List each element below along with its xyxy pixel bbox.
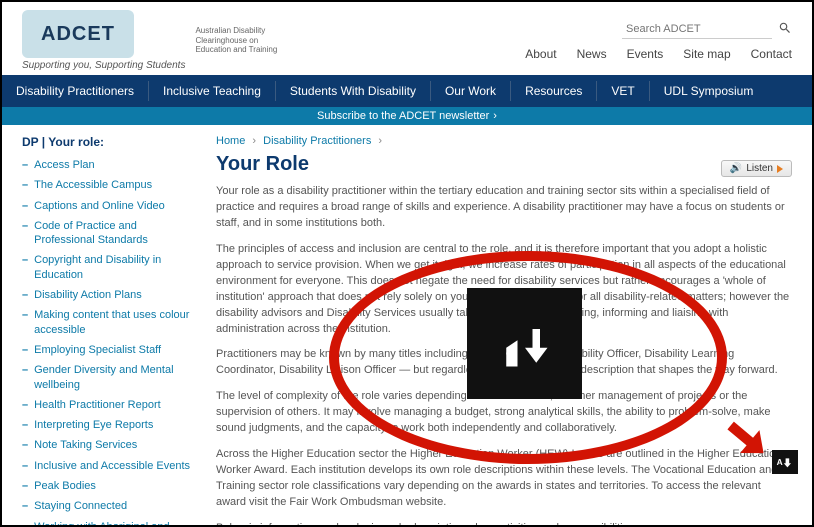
sidebar-title: DP | Your role: <box>22 135 192 149</box>
sidebar-item[interactable]: –Copyright and Disability in Education <box>22 250 192 285</box>
nav-contact[interactable]: Contact <box>751 47 792 61</box>
search-input[interactable] <box>622 20 772 39</box>
svg-text:A: A <box>777 457 783 467</box>
breadcrumb: Home › Disability Practitioners › <box>216 135 792 147</box>
sidebar-link[interactable]: Interpreting Eye Reports <box>34 418 153 432</box>
sidebar-link[interactable]: Code of Practice and Professional Standa… <box>34 219 192 248</box>
nav-sitemap[interactable]: Site map <box>683 47 730 61</box>
sidebar-link[interactable]: Copyright and Disability in Education <box>34 253 192 282</box>
dash-icon: – <box>22 199 28 213</box>
accessibility-button[interactable]: A <box>772 450 798 474</box>
sidebar-item[interactable]: –Staying Connected <box>22 496 192 516</box>
dash-icon: – <box>22 459 28 473</box>
logo-mark: ADCET <box>22 10 134 58</box>
search-box <box>622 20 792 39</box>
play-icon <box>777 165 783 173</box>
para-1: Your role as a disability practitioner w… <box>216 184 792 232</box>
page-title: Your Role <box>216 153 309 176</box>
dash-icon: – <box>22 178 28 192</box>
sidebar-link[interactable]: Disability Action Plans <box>34 288 142 302</box>
dash-icon: – <box>22 158 28 172</box>
nav-about[interactable]: About <box>525 47 556 61</box>
dash-icon: – <box>22 438 28 452</box>
sidebar-link[interactable]: Inclusive and Accessible Events <box>34 459 190 473</box>
sidebar-item[interactable]: –Employing Specialist Staff <box>22 340 192 360</box>
mnav-resources[interactable]: Resources <box>511 81 597 101</box>
dash-icon: – <box>22 288 28 302</box>
sidebar-item[interactable]: –Peak Bodies <box>22 476 192 496</box>
listen-button[interactable]: 🔊 Listen <box>721 160 792 177</box>
logo-subtext: Australian Disability Clearinghouse on E… <box>195 26 277 55</box>
sidebar-link[interactable]: Employing Specialist Staff <box>34 343 161 357</box>
sidebar-link[interactable]: Gender Diversity and Mental wellbeing <box>34 363 192 392</box>
sidebar-link[interactable]: Note Taking Services <box>34 438 137 452</box>
dash-icon: – <box>22 253 28 267</box>
para-5: Across the Higher Education sector the H… <box>216 447 792 511</box>
dash-icon: – <box>22 499 28 513</box>
sidebar-link[interactable]: Access Plan <box>34 158 95 172</box>
dash-icon: – <box>22 398 28 412</box>
mnav-udl[interactable]: UDL Symposium <box>650 81 768 101</box>
mnav-work[interactable]: Our Work <box>431 81 511 101</box>
nav-events[interactable]: Events <box>627 47 664 61</box>
dash-icon: – <box>22 363 28 377</box>
main-nav: Disability Practitioners Inclusive Teach… <box>2 75 812 107</box>
mnav-inclusive[interactable]: Inclusive Teaching <box>149 81 276 101</box>
sidebar-list: –Access Plan–The Accessible Campus–Capti… <box>22 155 192 527</box>
sidebar-item[interactable]: –The Accessible Campus <box>22 175 192 195</box>
sidebar-link[interactable]: Staying Connected <box>34 499 127 513</box>
top-nav: About News Events Site map Contact <box>525 47 792 61</box>
sidebar-item[interactable]: –Access Plan <box>22 155 192 175</box>
dash-icon: – <box>22 479 28 493</box>
chevron-right-icon: › <box>378 135 382 147</box>
search-icon[interactable] <box>778 21 792 38</box>
sidebar-link[interactable]: Working with Aboriginal and Torres Strai… <box>34 520 192 527</box>
breadcrumb-home[interactable]: Home <box>216 135 245 147</box>
sidebar-link[interactable]: Health Practitioner Report <box>34 398 161 412</box>
dash-icon: – <box>22 520 28 527</box>
dash-icon: – <box>22 308 28 322</box>
sidebar-item[interactable]: –Making content that uses colour accessi… <box>22 305 192 340</box>
sidebar-item[interactable]: –Captions and Online Video <box>22 196 192 216</box>
chevron-right-icon: › <box>493 110 497 122</box>
sidebar-item[interactable]: –Inclusive and Accessible Events <box>22 456 192 476</box>
sidebar: DP | Your role: –Access Plan–The Accessi… <box>22 135 192 527</box>
annotation-widget <box>467 288 582 399</box>
breadcrumb-section[interactable]: Disability Practitioners <box>263 135 371 147</box>
mnav-dp[interactable]: Disability Practitioners <box>2 81 149 101</box>
sidebar-link[interactable]: The Accessible Campus <box>34 178 152 192</box>
dash-icon: – <box>22 343 28 357</box>
sidebar-item[interactable]: –Gender Diversity and Mental wellbeing <box>22 360 192 395</box>
sidebar-link[interactable]: Peak Bodies <box>34 479 96 493</box>
nav-news[interactable]: News <box>577 47 607 61</box>
mnav-students[interactable]: Students With Disability <box>276 81 431 101</box>
dash-icon: – <box>22 418 28 432</box>
sidebar-item[interactable]: –Code of Practice and Professional Stand… <box>22 216 192 251</box>
sidebar-item[interactable]: –Working with Aboriginal and Torres Stra… <box>22 517 192 527</box>
sidebar-item[interactable]: –Note Taking Services <box>22 435 192 455</box>
sidebar-item[interactable]: –Disability Action Plans <box>22 285 192 305</box>
speaker-icon: 🔊 <box>730 163 742 174</box>
sidebar-item[interactable]: –Interpreting Eye Reports <box>22 415 192 435</box>
para-6: Below is information on developing role … <box>216 521 792 527</box>
listen-label: Listen <box>746 163 773 174</box>
sidebar-link[interactable]: Making content that uses colour accessib… <box>34 308 192 337</box>
sidebar-item[interactable]: –Health Practitioner Report <box>22 395 192 415</box>
dash-icon: – <box>22 219 28 233</box>
subscribe-bar[interactable]: Subscribe to the ADCET newsletter› <box>2 107 812 125</box>
sidebar-link[interactable]: Captions and Online Video <box>34 199 165 213</box>
logo[interactable]: ADCET Supporting you, Supporting Student… <box>22 10 277 71</box>
chevron-right-icon: › <box>252 135 256 147</box>
logo-tagline: Supporting you, Supporting Students <box>22 60 185 71</box>
mnav-vet[interactable]: VET <box>597 81 649 101</box>
